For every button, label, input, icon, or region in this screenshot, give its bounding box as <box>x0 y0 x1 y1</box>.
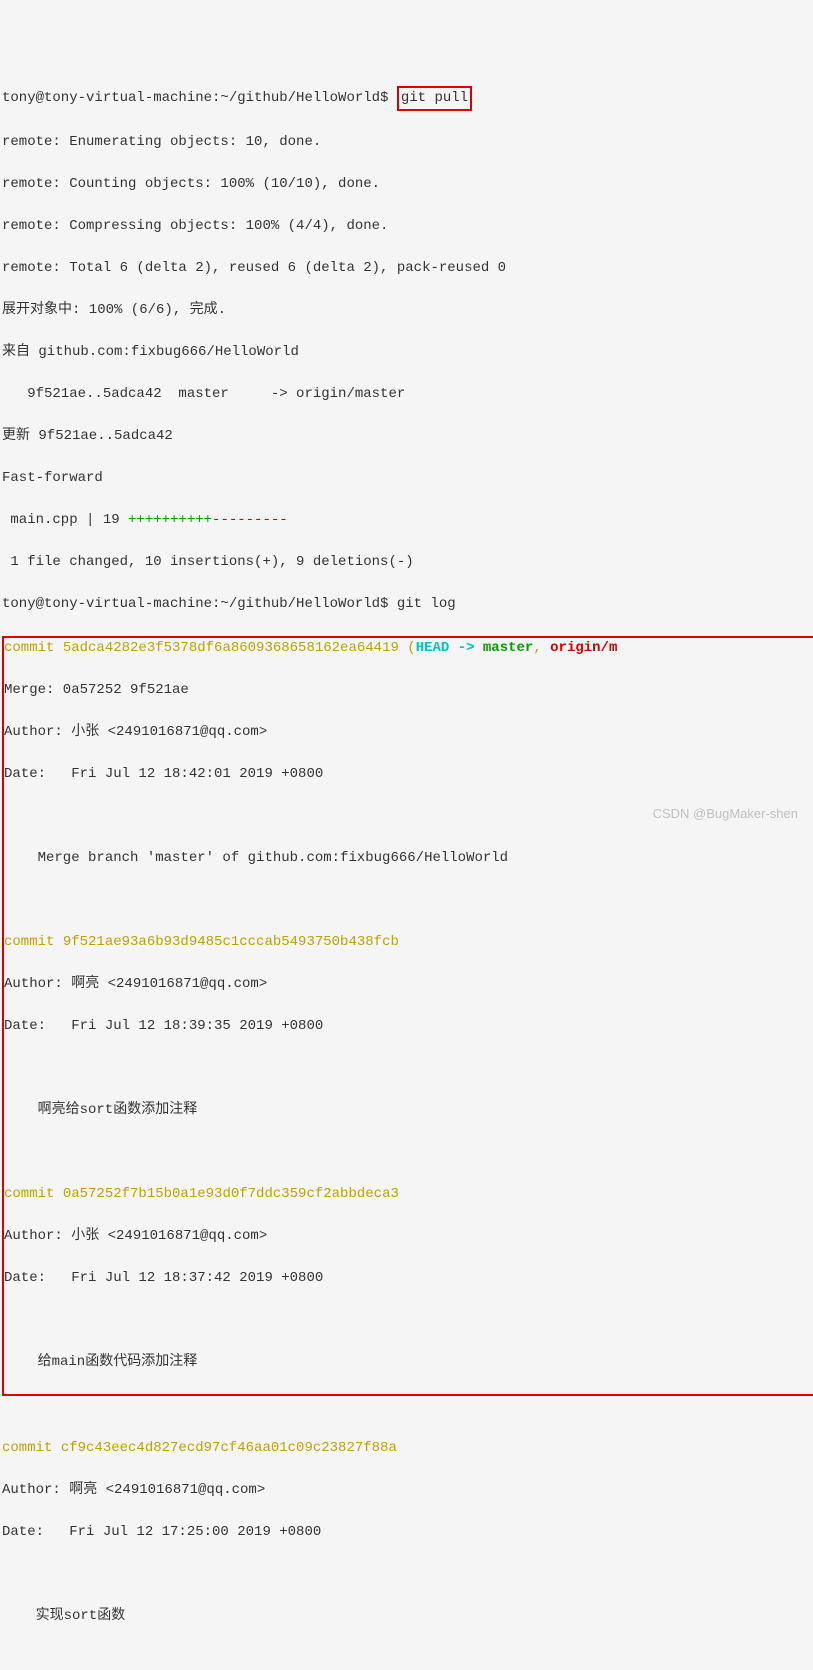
date-line: Date: Fri Jul 12 18:39:35 2019 +0800 <box>4 1016 813 1037</box>
commit-line: commit 5adca4282e3f5378df6a8609368658162… <box>4 638 813 659</box>
output-line: remote: Total 6 (delta 2), reused 6 (del… <box>2 258 813 279</box>
author-line: Author: 啊亮 <2491016871@qq.com> <box>4 974 813 995</box>
author-line: Author: 啊亮 <2491016871@qq.com> <box>2 1480 813 1501</box>
output-line: remote: Counting objects: 100% (10/10), … <box>2 174 813 195</box>
output-line: 展开对象中: 100% (6/6), 完成. <box>2 300 813 321</box>
watermark: CSDN @BugMaker-shen <box>653 804 798 824</box>
date-line: Date: Fri Jul 12 18:37:42 2019 +0800 <box>4 1268 813 1289</box>
output-line: remote: Compressing objects: 100% (4/4),… <box>2 216 813 237</box>
deletions-icon: --------- <box>212 512 288 528</box>
commit-line: commit 9f521ae93a6b93d9485c1cccab5493750… <box>4 932 813 953</box>
date-line: Date: Fri Jul 12 18:42:01 2019 +0800 <box>4 764 813 785</box>
git-log-highlight-box: commit 5adca4282e3f5378df6a8609368658162… <box>2 636 813 1396</box>
terminal-line: tony@tony-virtual-machine:~/github/Hello… <box>2 594 813 615</box>
insertions-icon: ++++++++++ <box>128 512 212 528</box>
remote-ref: origin/m <box>550 640 617 656</box>
shell-prompt: tony@tony-virtual-machine:~/github/Hello… <box>2 596 397 612</box>
shell-prompt: tony@tony-virtual-machine:~/github/Hello… <box>2 90 397 106</box>
commit-hash: 9f521ae93a6b93d9485c1cccab5493750b438fcb <box>63 934 399 950</box>
commit-message: 实现sort函数 <box>2 1606 813 1627</box>
git-log-command: git log <box>397 596 456 612</box>
commit-line: commit 0a57252f7b15b0a1e93d0f7ddc359cf2a… <box>4 1184 813 1205</box>
author-line: Author: 小张 <2491016871@qq.com> <box>4 1226 813 1247</box>
author-line: Author: 小张 <2491016871@qq.com> <box>4 722 813 743</box>
commit-hash: 0a57252f7b15b0a1e93d0f7ddc359cf2abbdeca3 <box>63 1186 399 1202</box>
commit-hash: cf9c43eec4d827ecd97cf46aa01c09c23827f88a <box>61 1440 397 1456</box>
commit-message: 给main函数代码添加注释 <box>4 1352 813 1373</box>
output-line: remote: Enumerating objects: 10, done. <box>2 132 813 153</box>
output-line: 来自 github.com:fixbug666/HelloWorld <box>2 342 813 363</box>
head-ref: HEAD -> <box>416 640 483 656</box>
commit-line: commit cf9c43eec4d827ecd97cf46aa01c09c23… <box>2 1438 813 1459</box>
commit-message: Merge branch 'master' of github.com:fixb… <box>4 848 813 869</box>
merge-line: Merge: 0a57252 9f521ae <box>4 680 813 701</box>
date-line: Date: Fri Jul 12 17:25:00 2019 +0800 <box>2 1522 813 1543</box>
commit-message: 啊亮给sort函数添加注释 <box>4 1100 813 1121</box>
output-line: 更新 9f521ae..5adca42 <box>2 426 813 447</box>
output-line: 1 file changed, 10 insertions(+), 9 dele… <box>2 552 813 573</box>
terminal-line: tony@tony-virtual-machine:~/github/Hello… <box>2 86 813 111</box>
git-pull-command: git pull <box>397 86 472 111</box>
output-line: Fast-forward <box>2 468 813 489</box>
output-line: 9f521ae..5adca42 master -> origin/master <box>2 384 813 405</box>
branch-ref: master <box>483 640 533 656</box>
commit-hash: 5adca4282e3f5378df6a8609368658162ea64419 <box>63 640 399 656</box>
diffstat-line: main.cpp | 19 ++++++++++--------- <box>2 510 813 531</box>
